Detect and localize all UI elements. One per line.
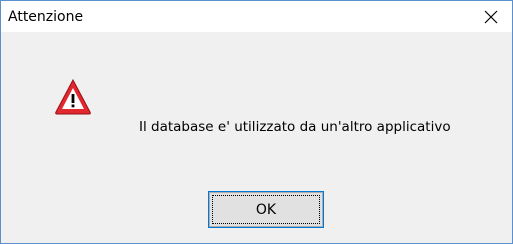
- message-text: Il database e' utilizzato da un'altro ap…: [139, 119, 451, 135]
- ok-button[interactable]: OK: [208, 191, 324, 228]
- close-button[interactable]: [469, 1, 512, 32]
- warning-icon: [55, 78, 91, 115]
- title-bar: Attenzione: [1, 1, 512, 32]
- ok-button-label: OK: [255, 201, 277, 218]
- dialog-title: Attenzione: [8, 9, 84, 25]
- close-icon: [484, 10, 497, 23]
- message-dialog: Attenzione Il database e' utilizzato da …: [0, 0, 513, 244]
